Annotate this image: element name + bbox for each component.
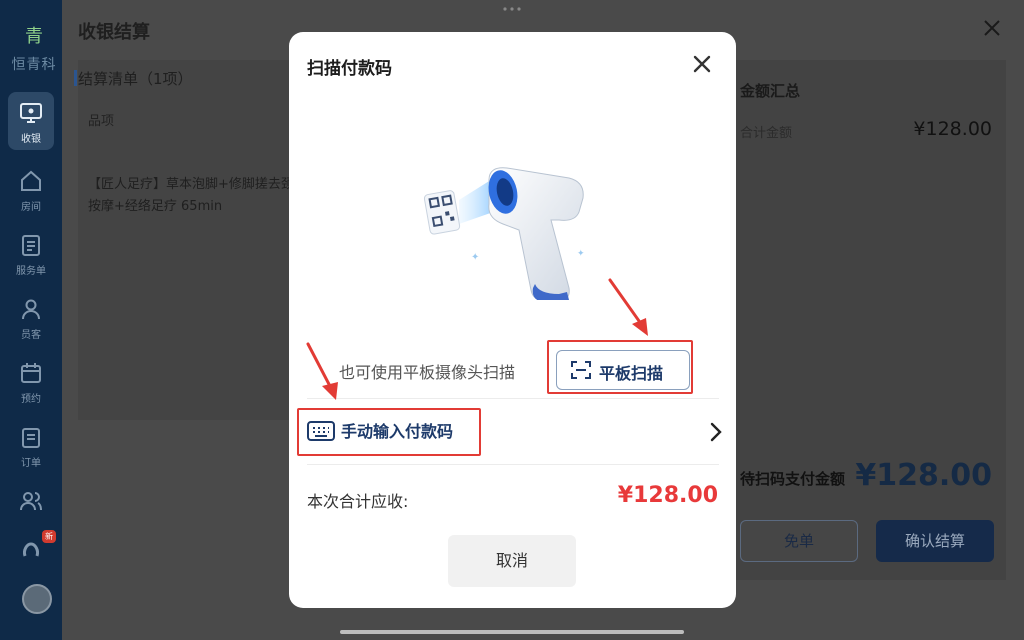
brand-mark: 青: [25, 26, 43, 47]
sidebar-item-label: 预约: [21, 394, 41, 405]
summary-title: 金额汇总: [740, 82, 801, 100]
sidebar-item-service[interactable]: 服务单: [8, 224, 54, 282]
subtotal-label: 合计金额: [740, 126, 793, 141]
annotation-arrow-icon: [608, 278, 648, 336]
cancel-button[interactable]: 取消: [448, 535, 576, 587]
brand-logo: 青 恒青科: [6, 22, 62, 74]
order-section-title: 结算清单（1项）: [74, 70, 193, 88]
calendar-icon: [18, 360, 44, 386]
total-amount: ¥128.00: [617, 483, 718, 508]
sidebar-item-label: 订单: [21, 458, 41, 469]
highlight-box-manual-input: [297, 408, 481, 456]
clipboard-icon: [18, 232, 44, 258]
sidebar-item-cashier[interactable]: 收银: [8, 92, 54, 150]
avatar[interactable]: [22, 584, 52, 614]
close-icon[interactable]: [690, 52, 714, 76]
svg-text:✦: ✦: [577, 249, 585, 259]
home-icon: [18, 168, 44, 194]
close-icon[interactable]: [980, 16, 1004, 40]
monitor-icon: [18, 100, 44, 126]
sidebar-item-label: 收银: [21, 134, 41, 145]
drag-handle-icon[interactable]: [502, 6, 522, 12]
subtotal-value: ¥128.00: [913, 118, 992, 140]
barcode-scanner-icon: ✦ ✦: [423, 167, 585, 300]
divider: [307, 398, 719, 399]
dialog-title: 扫描付款码: [307, 59, 392, 79]
sidebar-item-staff[interactable]: 员客: [8, 288, 54, 346]
order-item-name: 【匠人足疗】草本泡脚+修脚搓去颈按摩+经络足疗 65min: [88, 177, 294, 214]
order-icon: [18, 424, 44, 450]
brand-name: 恒青科: [11, 57, 57, 73]
users-icon: [18, 488, 44, 514]
free-order-button[interactable]: 免单: [740, 520, 858, 562]
annotation-arrow-icon: [306, 342, 338, 400]
scan-payment-dialog: 扫描付款码 ✦ ✦ 也可使用平板摄像头扫描 平板扫描 手动输入付款码 本次合计应…: [289, 32, 736, 608]
user-icon: [18, 296, 44, 322]
sidebar-item-label: 员客: [21, 330, 41, 341]
sidebar: 青 恒青科 收银 房间 服务单 员客 预约 订单 新: [0, 0, 62, 640]
pay-value: ¥128.00: [855, 458, 992, 493]
sidebar-item-rooms[interactable]: 房间: [8, 160, 54, 218]
divider: [307, 464, 719, 465]
gift-icon: [18, 536, 44, 562]
new-badge: 新: [42, 530, 56, 543]
column-header-item: 品项: [88, 114, 115, 129]
sidebar-item-booking[interactable]: 预约: [8, 352, 54, 410]
total-label: 本次合计应收:: [307, 492, 409, 511]
sidebar-item-orders[interactable]: 订单: [8, 416, 54, 474]
pay-label: 待扫码支付金额: [740, 470, 846, 488]
confirm-checkout-button[interactable]: 确认结算: [876, 520, 994, 562]
svg-text:✦: ✦: [471, 252, 479, 263]
page-title: 收银结算: [78, 22, 150, 43]
highlight-box-tablet-scan: [547, 340, 693, 394]
chevron-right-icon: [710, 422, 722, 442]
sidebar-item-label: 房间: [21, 202, 41, 213]
home-indicator[interactable]: [340, 630, 684, 634]
sidebar-item-label: 服务单: [16, 266, 46, 277]
camera-hint-text: 也可使用平板摄像头扫描: [339, 363, 516, 382]
